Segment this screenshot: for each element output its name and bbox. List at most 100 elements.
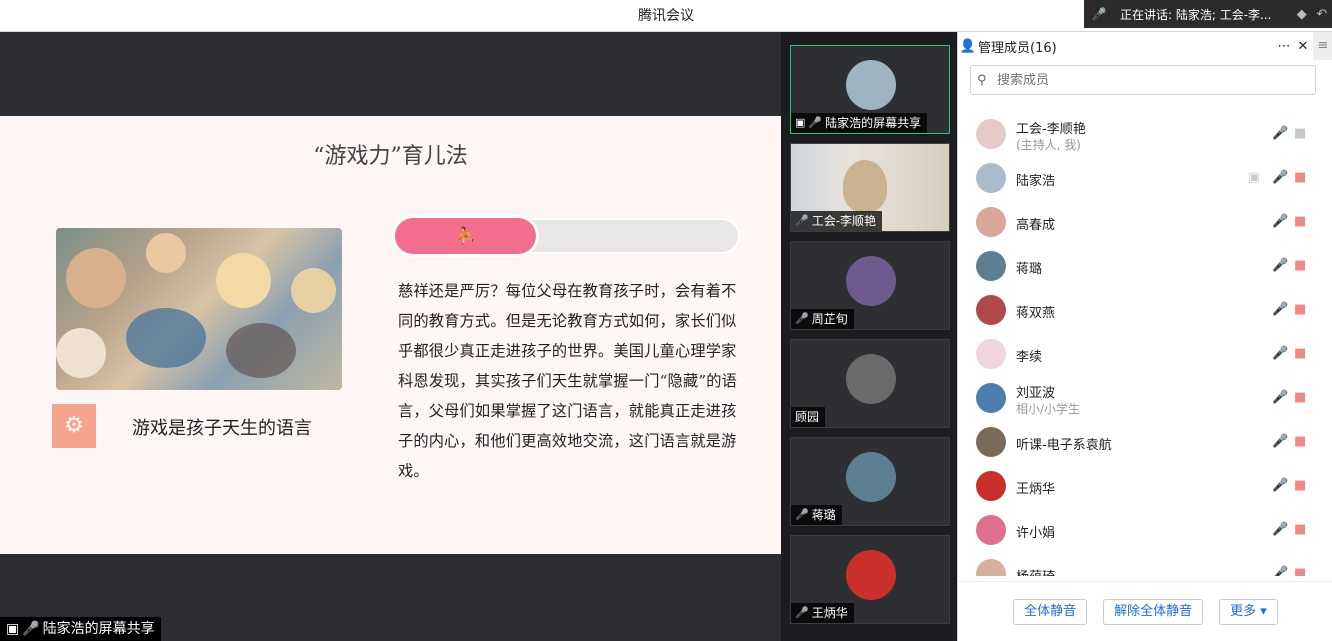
mic-muted-icon[interactable]: 🎤 bbox=[1272, 302, 1288, 317]
member-name: 许小娟 bbox=[1016, 526, 1056, 541]
mic-muted-icon[interactable]: 🎤 bbox=[1272, 258, 1288, 273]
camera-off-icon[interactable]: ■ bbox=[1294, 478, 1306, 493]
mic-muted-icon[interactable]: 🎤 bbox=[1272, 522, 1288, 537]
member-panel-footer: 全体静音 解除全体静音 更多 ▾ bbox=[958, 581, 1332, 641]
close-icon[interactable]: ✕ bbox=[1293, 39, 1313, 54]
mic-icon: 🎤 bbox=[808, 116, 823, 129]
camera-off-icon[interactable]: ■ bbox=[1294, 258, 1306, 273]
participant-video bbox=[843, 160, 887, 212]
window-controls[interactable]: ◆ ↶ bbox=[1292, 7, 1332, 22]
mute-all-button[interactable]: 全体静音 bbox=[1013, 598, 1088, 625]
person-icon: 👤 bbox=[959, 38, 977, 54]
camera-off-icon[interactable]: ■ bbox=[1294, 126, 1306, 141]
member-name: 工会-李顺艳 bbox=[1016, 122, 1086, 137]
unmute-all-button[interactable]: 解除全体静音 bbox=[1103, 598, 1204, 625]
running-icon: ⛹ bbox=[455, 226, 476, 245]
video-tile[interactable]: ▣ 🎤 陆家浩的屏幕共享 bbox=[790, 45, 950, 134]
member-row[interactable]: 蒋双燕 🎤 ■ bbox=[958, 288, 1332, 332]
menu-icon[interactable]: ≡ bbox=[1313, 32, 1332, 60]
member-row[interactable]: 李续 🎤 ■ bbox=[958, 332, 1332, 376]
avatar bbox=[976, 207, 1006, 237]
participant-avatar bbox=[846, 550, 896, 600]
member-row[interactable]: 蒋璐 🎤 ■ bbox=[958, 244, 1332, 288]
mic-muted-icon[interactable]: 🎤 bbox=[1272, 346, 1288, 361]
avatar bbox=[976, 427, 1006, 457]
video-tile[interactable]: 🎤 王炳华 bbox=[790, 535, 950, 624]
member-name: 蒋璐 bbox=[1016, 262, 1043, 277]
member-row[interactable]: 听课-电子系袁航 🎤 ■ bbox=[958, 420, 1332, 464]
camera-off-icon[interactable]: ■ bbox=[1294, 434, 1306, 449]
video-tile[interactable]: 顾园 bbox=[790, 339, 950, 428]
member-row[interactable]: 王炳华 🎤 ■ bbox=[958, 464, 1332, 508]
search-icon: ⚲ bbox=[977, 72, 987, 88]
mic-muted-icon: 🎤 bbox=[795, 606, 809, 619]
share-label-text: 陆家浩的屏幕共享 bbox=[42, 621, 155, 637]
avatar bbox=[976, 471, 1006, 501]
member-name: 听课-电子系袁航 bbox=[1016, 438, 1112, 453]
camera-off-icon[interactable]: ■ bbox=[1294, 170, 1306, 185]
speaking-indicator[interactable]: 🎤 正在讲话: 陆家浩; 工会-李... ◆ ↶ bbox=[1084, 0, 1332, 28]
member-name: 陆家浩 bbox=[1016, 174, 1056, 189]
participant-avatar bbox=[846, 60, 896, 110]
avatar bbox=[976, 295, 1006, 325]
avatar bbox=[976, 559, 1006, 576]
member-row[interactable]: 刘亚波 相小/小学生 🎤 ■ bbox=[958, 376, 1332, 420]
member-row[interactable]: 工会-李顺艳 (主持人, 我) 🎤 ■ bbox=[958, 112, 1332, 156]
video-tile-name: 陆家浩的屏幕共享 bbox=[825, 116, 922, 130]
video-tile[interactable]: 🎤 工会-李顺艳 bbox=[790, 143, 950, 232]
member-name: 杨蕴琦 bbox=[1016, 566, 1055, 576]
minimize-icon[interactable]: ◆ bbox=[1297, 7, 1307, 22]
member-panel-title: 管理成员(16) bbox=[978, 40, 1057, 56]
member-list: 工会-李顺艳 (主持人, 我) 🎤 ■ 陆家浩 ▣ 🎤 ■ 高春成 🎤 ■ 蒋璐 🎤 ■ 蒋双燕 🎤 ■ 李续 🎤 ■… bbox=[958, 112, 1332, 576]
participant-avatar bbox=[846, 256, 896, 306]
slide-badge-icon: ⚙ bbox=[52, 404, 96, 448]
member-row[interactable]: 许小娟 🎤 ■ bbox=[958, 508, 1332, 552]
video-tile[interactable]: 🎤 周芷旬 bbox=[790, 241, 950, 330]
mic-muted-icon: 🎤 bbox=[795, 508, 809, 521]
camera-off-icon[interactable]: ■ bbox=[1294, 302, 1306, 317]
camera-off-icon[interactable]: ■ bbox=[1294, 346, 1306, 361]
camera-off-icon[interactable]: ■ bbox=[1294, 214, 1306, 229]
video-tile-label: 顾园 bbox=[791, 407, 826, 427]
video-tile-label: 🎤 蒋璐 bbox=[791, 505, 842, 525]
camera-off-icon[interactable]: ■ bbox=[1294, 522, 1306, 537]
screen-share-icon: ▣ bbox=[6, 621, 20, 637]
avatar bbox=[976, 515, 1006, 545]
video-tile-name: 王炳华 bbox=[811, 606, 848, 620]
slide-caption: 游戏是孩子天生的语言 bbox=[132, 418, 312, 439]
member-row[interactable]: 陆家浩 ▣ 🎤 ■ bbox=[958, 156, 1332, 200]
member-search[interactable]: ⚲ bbox=[970, 65, 1316, 95]
participant-avatar bbox=[846, 354, 896, 404]
mic-muted-icon[interactable]: 🎤 bbox=[1272, 434, 1288, 449]
speaking-text: 正在讲话: 陆家浩; 工会-李... bbox=[1120, 7, 1272, 22]
member-row[interactable]: 高春成 🎤 ■ bbox=[958, 200, 1332, 244]
mic-muted-icon[interactable]: 🎤 bbox=[1272, 214, 1288, 229]
video-tile-name: 蒋璐 bbox=[811, 508, 836, 522]
member-panel-header: 👤 管理成员(16) ⋯ ✕ ≡ bbox=[958, 32, 1332, 60]
share-label: ▣ 🎤 陆家浩的屏幕共享 bbox=[0, 617, 161, 641]
presentation-slide: “游戏力”育儿法 ⚙ 游戏是孩子天生的语言 ⛹ 慈祥还是严厉？每位父母在教育孩子… bbox=[0, 116, 781, 554]
back-icon[interactable]: ↶ bbox=[1316, 7, 1327, 22]
title-bar: 腾讯会议 🎤 正在讲话: 陆家浩; 工会-李... ◆ ↶ bbox=[0, 0, 1332, 32]
progress-fill: ⛹ bbox=[395, 218, 537, 254]
search-input[interactable] bbox=[993, 72, 1315, 88]
mic-muted-icon[interactable]: 🎤 bbox=[1272, 390, 1288, 405]
video-tile-label: 🎤 王炳华 bbox=[791, 603, 854, 623]
screen-share-icon: ▣ bbox=[795, 116, 806, 129]
video-tile[interactable]: 🎤 蒋璐 bbox=[790, 437, 950, 526]
camera-off-icon[interactable]: ■ bbox=[1294, 390, 1306, 405]
avatar bbox=[976, 383, 1006, 413]
mic-muted-icon[interactable]: 🎤 bbox=[1272, 566, 1288, 576]
more-icon[interactable]: ⋯ bbox=[1275, 39, 1293, 54]
member-name: 高春成 bbox=[1016, 218, 1056, 233]
mic-muted-icon[interactable]: 🎤 bbox=[1272, 478, 1288, 493]
mic-icon: 🎤 bbox=[1091, 7, 1107, 21]
camera-off-icon[interactable]: ■ bbox=[1294, 566, 1306, 576]
member-subtitle: (主持人, 我) bbox=[1016, 138, 1081, 152]
meeting-window: 腾讯会议 🎤 正在讲话: 陆家浩; 工会-李... ◆ ↶ “游戏力”育儿法 ⚙ bbox=[0, 0, 1332, 641]
more-button[interactable]: 更多 ▾ bbox=[1219, 598, 1278, 625]
screen-share-icon: ▣ bbox=[1248, 170, 1261, 185]
mic-icon[interactable]: 🎤 bbox=[1272, 126, 1288, 141]
member-row[interactable]: 杨蕴琦 🎤 ■ bbox=[958, 552, 1332, 576]
mic-icon[interactable]: 🎤 bbox=[1272, 170, 1288, 185]
